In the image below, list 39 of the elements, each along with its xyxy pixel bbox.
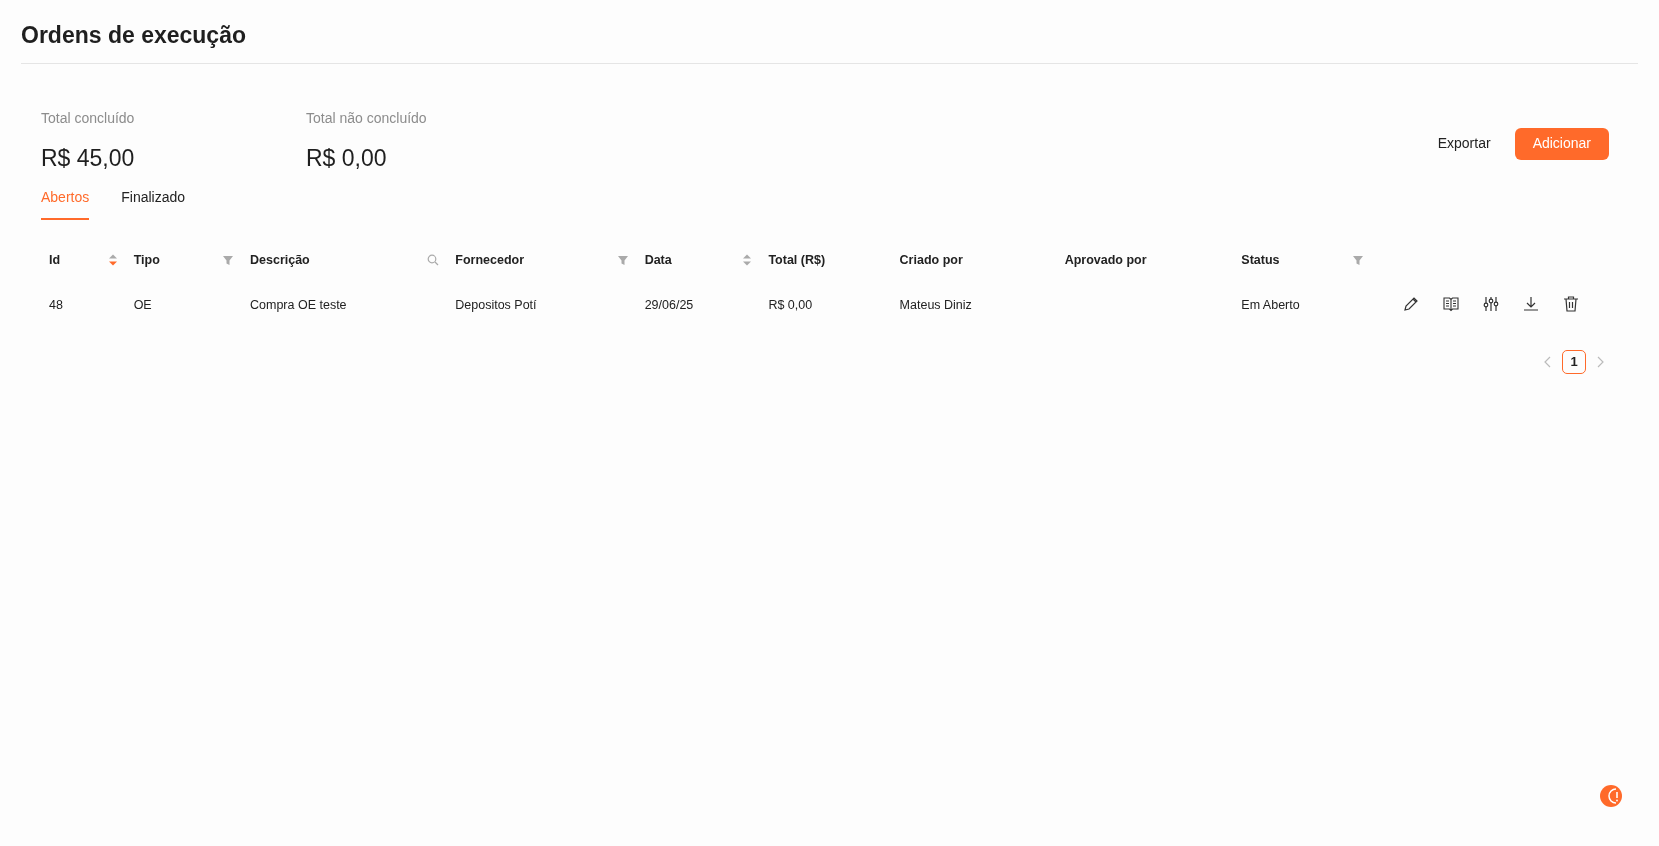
filter-icon[interactable] [222,254,234,266]
column-header: Tipo [133,251,160,269]
table-cell: 48 [49,298,63,312]
download-icon[interactable] [1521,295,1540,313]
sort-icon[interactable] [742,253,753,267]
page-title: Ordens de execução [21,21,246,50]
sliders-icon[interactable] [1481,295,1500,313]
column-header: Criado por [899,251,963,269]
table-cell: R$ 0,00 [768,298,813,312]
summary-value: R$ 0,00 [306,143,388,173]
sort-icon[interactable] [107,253,118,267]
summary-label: Total não concluído [306,108,428,128]
export-button[interactable]: Exportar [1435,127,1493,160]
filter-icon[interactable] [1351,254,1364,266]
column-header: Data [644,251,672,269]
column-header: Aprovado por [1064,251,1147,269]
table-cell: Compra OE teste [250,298,347,312]
table-cell: OE [133,298,152,312]
search-icon[interactable] [427,254,440,266]
summary-label: Total concluído [41,108,136,128]
feedback-icon[interactable] [1600,785,1622,807]
table-cell: Depositos Potí [455,298,537,312]
table-cell: Em Aberto [1241,298,1300,312]
delete-icon[interactable] [1561,295,1580,313]
column-header: Descrição [250,251,310,269]
column-header: Id [49,251,61,269]
filter-icon[interactable] [616,254,629,266]
column-header: Fornecedor [455,251,524,269]
page-button[interactable]: 1 [1562,350,1586,374]
column-header: Status [1241,251,1280,269]
tab[interactable]: Finalizado [121,187,186,220]
next-page-icon[interactable] [1596,356,1604,368]
book-icon[interactable] [1441,295,1460,313]
table-cell: Mateus Diniz [899,298,972,312]
table-cell: 29/06/25 [644,298,694,312]
previous-page-icon[interactable] [1544,356,1552,368]
summary-value: R$ 45,00 [41,143,136,173]
edit-icon[interactable] [1401,295,1420,313]
column-header: Total (R$) [768,251,826,269]
